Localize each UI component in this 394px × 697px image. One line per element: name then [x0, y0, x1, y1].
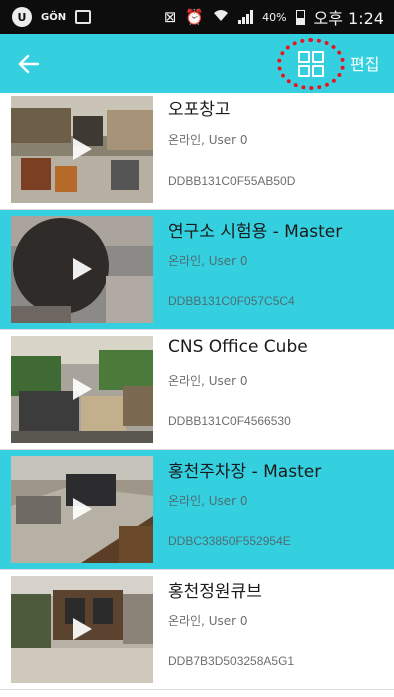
device-row[interactable]: 홍천정원큐브 온라인, User 0 DDB7B3D503258A5G1: [0, 570, 394, 690]
device-name: CNS Office Cube: [168, 337, 308, 357]
device-serial: DDBC33850F552954E: [168, 534, 291, 548]
status-bar-right: ⊠ ⏰ 40% 오후 1:24: [164, 5, 384, 29]
play-icon: [73, 378, 92, 400]
app-notification-icon: U: [12, 7, 32, 27]
device-serial: DDBB131C0F057C5C4: [168, 294, 295, 308]
grid-view-icon: [298, 51, 324, 77]
battery-percent: 40%: [262, 10, 287, 24]
battery-icon: [295, 9, 305, 25]
play-icon: [73, 618, 92, 640]
status-bar: U GÖN ⊠ ⏰ 40% 오후 1:24: [0, 0, 394, 34]
device-row[interactable]: 오포창고 온라인, User 0 DDBB131C0F55AB50D: [0, 93, 394, 210]
signal-icon: [238, 10, 254, 24]
device-status: 온라인, User 0: [168, 374, 248, 388]
play-icon: [73, 498, 92, 520]
clock: 오후 1:24: [313, 9, 384, 28]
device-serial: DDBB131C0F55AB50D: [168, 174, 296, 188]
camera-thumbnail[interactable]: [11, 216, 153, 323]
arrow-left-icon: [18, 54, 40, 73]
back-button[interactable]: [14, 49, 44, 79]
device-serial: DDB7B3D503258A5G1: [168, 654, 295, 668]
device-name: 연구소 시험용 - Master: [168, 222, 343, 242]
device-row[interactable]: 홍천주차장 - Master 온라인, User 0 DDBC33850F552…: [0, 450, 394, 570]
device-status: 온라인, User 0: [168, 494, 248, 508]
edit-button[interactable]: 편집: [350, 51, 379, 75]
device-row[interactable]: 연구소 시험용 - Master 온라인, User 0 DDBB131C0F0…: [0, 210, 394, 330]
camera-thumbnail[interactable]: [11, 336, 153, 443]
camera-thumbnail[interactable]: [11, 456, 153, 563]
play-icon: [73, 258, 92, 280]
device-name: 홍천주차장 - Master: [168, 462, 322, 482]
device-status: 온라인, User 0: [168, 254, 248, 268]
camera-thumbnail[interactable]: [11, 96, 153, 203]
camera-thumbnail[interactable]: [11, 576, 153, 683]
device-list: 오포창고 온라인, User 0 DDBB131C0F55AB50D 연구소 시…: [0, 93, 394, 690]
wifi-icon: [213, 8, 229, 26]
alarm-icon: ⏰: [185, 7, 205, 26]
device-serial: DDBB131C0F4566530: [168, 414, 291, 428]
play-icon: [73, 138, 92, 160]
device-name: 홍천정원큐브: [168, 582, 262, 602]
carrier-label: GÖN: [41, 11, 67, 23]
device-status: 온라인, User 0: [168, 614, 248, 628]
grid-view-button[interactable]: [277, 38, 345, 90]
status-bar-left: U GÖN: [12, 7, 92, 27]
device-status: 온라인, User 0: [168, 133, 248, 147]
message-icon: [75, 10, 92, 24]
device-row[interactable]: CNS Office Cube 온라인, User 0 DDBB131C0F45…: [0, 330, 394, 450]
device-name: 오포창고: [168, 100, 231, 120]
app-bar: 편집: [0, 34, 394, 93]
mute-icon: ⊠: [163, 7, 177, 26]
